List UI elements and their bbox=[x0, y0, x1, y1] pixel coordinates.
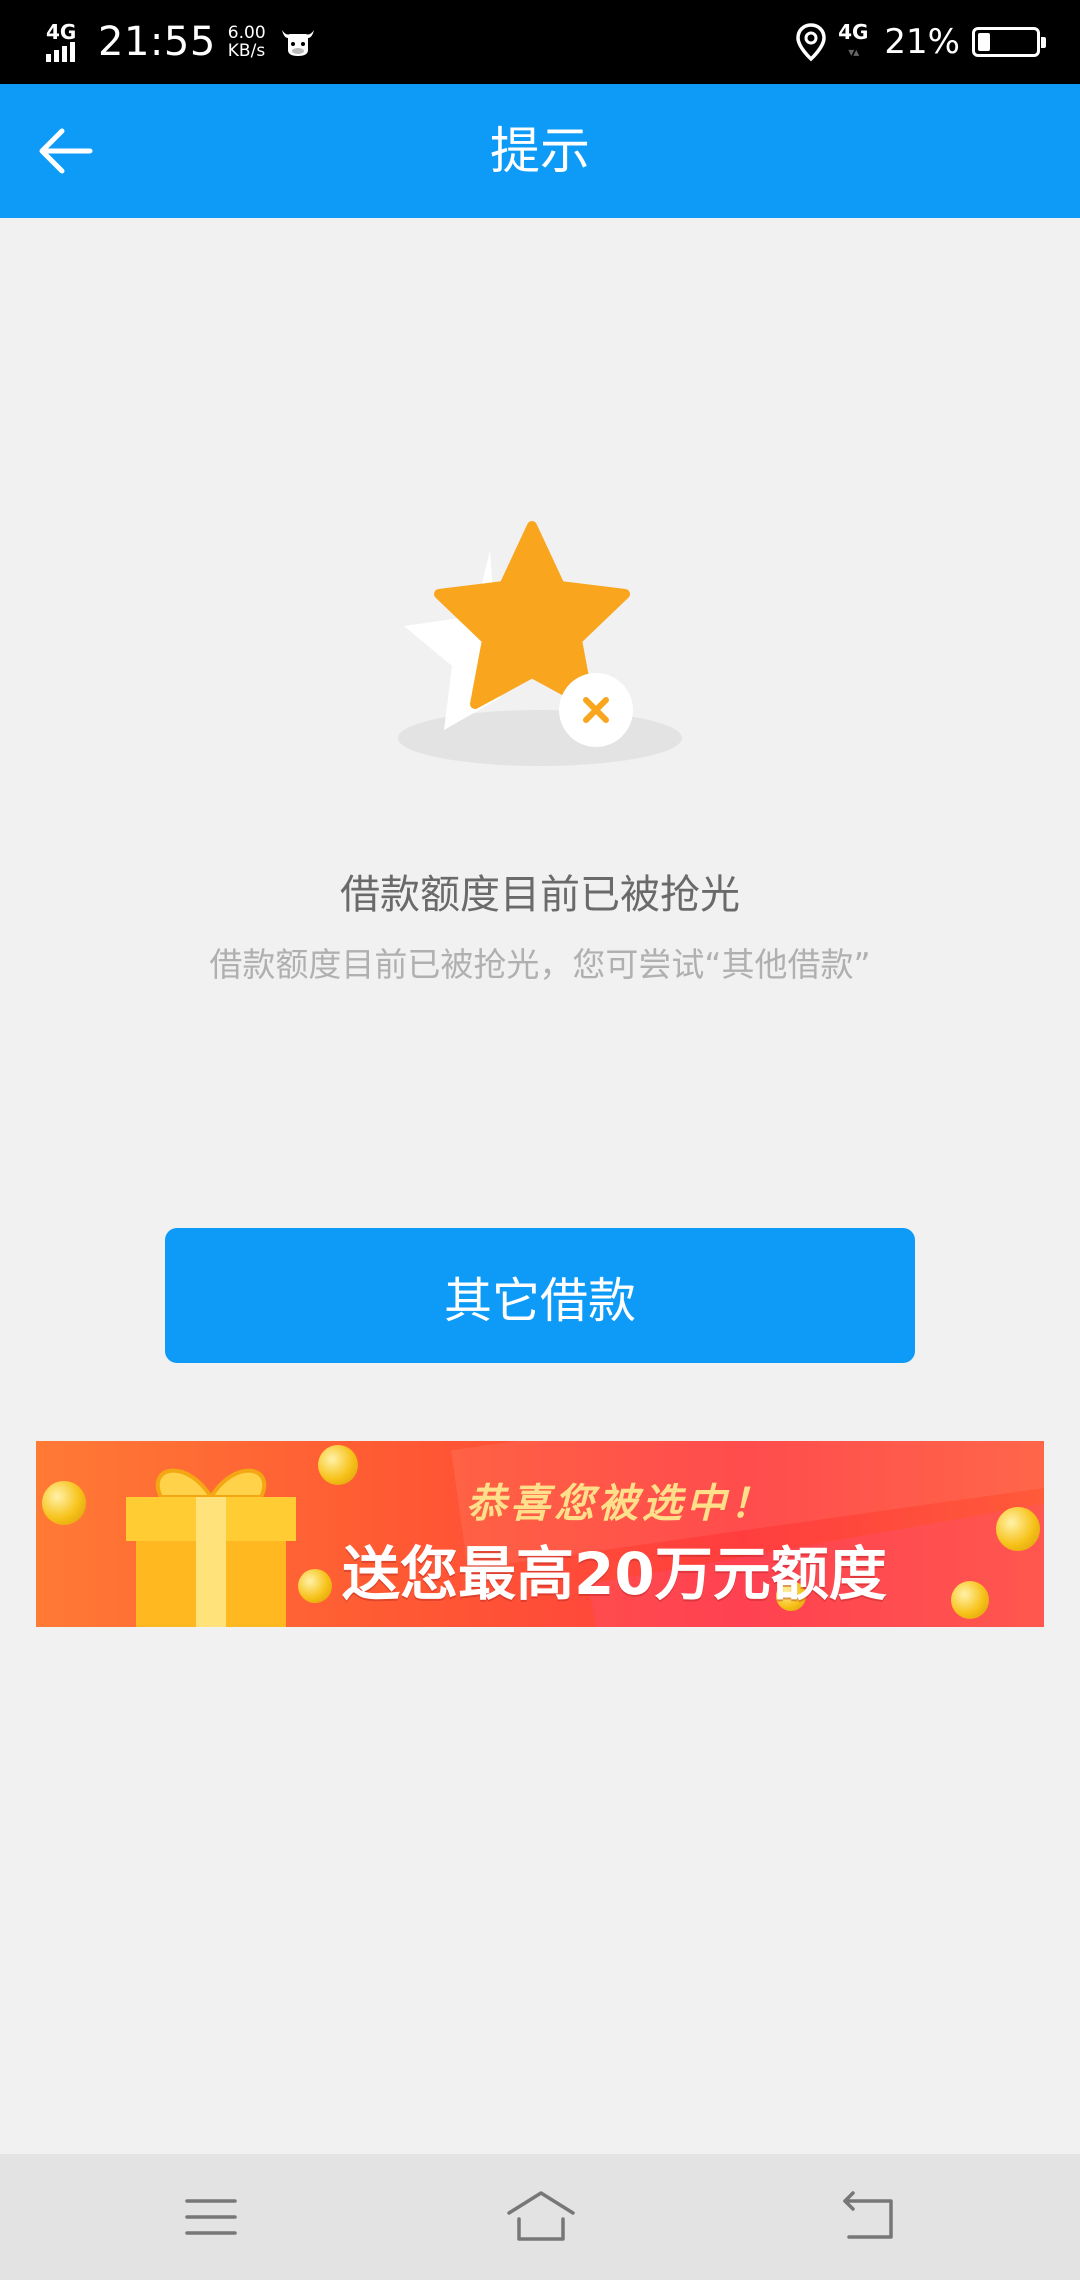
status-bar: 4G 21:55 6.00 KB/s 4G ▾▴ 21% bbox=[0, 0, 1080, 84]
speed-value: 6.00 bbox=[227, 23, 266, 43]
status-bar-right: 4G ▾▴ 21% bbox=[794, 18, 1046, 66]
network-type: 4G bbox=[46, 20, 77, 44]
network-speed: 6.00 KB/s bbox=[228, 24, 266, 60]
location-icon bbox=[796, 23, 826, 62]
back-arrow-icon[interactable] bbox=[34, 120, 96, 182]
promo-offer: 送您最高20万元额度 bbox=[342, 1540, 887, 1608]
coin-icon bbox=[318, 1445, 358, 1485]
home-icon[interactable] bbox=[505, 2187, 577, 2247]
mobile-data-indicator: 4G ▾▴ bbox=[838, 22, 868, 62]
speed-unit: KB/s bbox=[227, 41, 266, 61]
empty-star-illustration bbox=[398, 521, 682, 766]
clock: 21:55 bbox=[98, 19, 216, 65]
network-type-right: 4G bbox=[838, 20, 869, 44]
coin-icon bbox=[996, 1507, 1040, 1551]
star-shadow bbox=[398, 710, 682, 766]
menu-icon[interactable] bbox=[181, 2187, 241, 2247]
back-nav-icon[interactable] bbox=[839, 2187, 899, 2247]
promo-banner[interactable]: 恭喜您被选中！ 送您最高20万元额度 bbox=[36, 1441, 1044, 1627]
empty-state-title: 借款额度目前已被抢光 bbox=[340, 872, 740, 918]
other-loans-button[interactable]: 其它借款 bbox=[165, 1228, 915, 1363]
data-arrows-icon: ▾▴ bbox=[848, 45, 859, 59]
cow-app-icon bbox=[281, 30, 314, 56]
coin-icon bbox=[42, 1481, 86, 1525]
promo-headline: 恭喜您被选中！ bbox=[466, 1481, 774, 1527]
coin-icon bbox=[951, 1581, 989, 1619]
status-bar-left: 4G 21:55 6.00 KB/s bbox=[44, 18, 318, 66]
battery-icon bbox=[972, 27, 1046, 57]
system-nav-bar bbox=[0, 2154, 1080, 2280]
app-bar: 提示 bbox=[0, 84, 1080, 218]
signal-icon: 4G bbox=[44, 20, 88, 64]
gift-box-icon bbox=[126, 1468, 296, 1627]
empty-state-subtitle: 借款额度目前已被抢光，您可尝试“其他借款” bbox=[209, 945, 871, 984]
page-title: 提示 bbox=[490, 122, 590, 180]
battery-percent: 21% bbox=[884, 22, 960, 62]
